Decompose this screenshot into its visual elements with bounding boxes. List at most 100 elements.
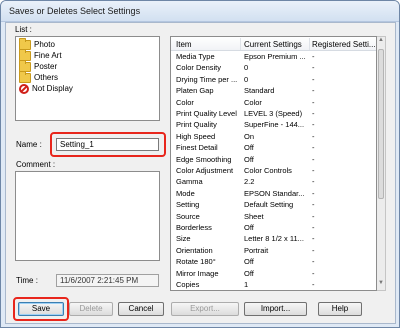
table-row[interactable]: Platen Gap Standard -	[171, 86, 376, 96]
name-label: Name :	[16, 140, 42, 149]
table-cell-item: Print Quality	[176, 120, 217, 130]
title-bar[interactable]: Saves or Deletes Select Settings	[1, 1, 399, 22]
table-row[interactable]: Orientation Portrait -	[171, 245, 376, 256]
table-cell-registered: -	[312, 131, 315, 141]
table-cell-item: Color Adjustment	[176, 166, 234, 175]
table-row[interactable]: High Speed On -	[171, 131, 376, 142]
comment-textarea[interactable]	[15, 171, 160, 261]
list-item-not-display[interactable]: Not Display	[19, 83, 73, 94]
table-cell-registered: -	[312, 120, 315, 130]
table-cell-item: Size	[176, 234, 191, 244]
table-cell-current: Default Setting	[244, 200, 294, 210]
table-row[interactable]: Print Quality SuperFine - 144... -	[171, 120, 376, 130]
table-cell-item: Color	[176, 97, 194, 107]
table-cell-item: Mode	[176, 188, 195, 198]
scroll-up-icon[interactable]: ▲	[377, 37, 385, 47]
table-row[interactable]: Size Letter 8 1/2 x 11... -	[171, 234, 376, 244]
table-cell-item: Orientation	[176, 245, 213, 255]
list-label: List :	[15, 25, 32, 34]
column-divider[interactable]	[309, 38, 310, 50]
table-cell-registered: -	[312, 154, 315, 164]
table-cell-registered: -	[312, 166, 315, 175]
table-cell-registered: -	[312, 257, 315, 267]
table-row[interactable]: Print Quality Level LEVEL 3 (Speed) -	[171, 109, 376, 119]
table-row[interactable]: Borderless Off -	[171, 223, 376, 233]
table-cell-item: Print Quality Level	[176, 109, 237, 118]
table-scrollbar[interactable]: ▲ ▼	[377, 36, 386, 291]
time-field: 11/6/2007 2:21:45 PM	[56, 274, 159, 287]
table-cell-registered: -	[312, 268, 315, 278]
list-item-label: Fine Art	[34, 51, 62, 60]
table-row[interactable]: Mirror Image Off -	[171, 268, 376, 279]
table-row[interactable]: Drying Time per ... 0 -	[171, 74, 376, 85]
folder-icon	[19, 70, 31, 83]
table-cell-current: Off	[244, 268, 254, 278]
table-row[interactable]: Finest Detail Off -	[171, 143, 376, 153]
list-item-others[interactable]: Others	[19, 70, 58, 83]
no-display-icon	[19, 83, 29, 94]
table-cell-current: Off	[244, 257, 254, 267]
import-button[interactable]: Import...	[244, 302, 307, 316]
table-cell-item: Media Type	[176, 52, 215, 61]
table-row[interactable]: Copies 1 -	[171, 280, 376, 290]
export-button[interactable]: Export...	[171, 302, 239, 316]
table-row[interactable]: Source Sheet -	[171, 211, 376, 222]
table-cell-current: 1	[244, 280, 249, 289]
table-cell-current: 0	[244, 63, 249, 73]
table-row[interactable]: Media Type Epson Premium ... -	[171, 52, 376, 62]
table-cell-registered: -	[312, 177, 315, 187]
table-cell-item: Setting	[176, 200, 200, 210]
list-item-label: Poster	[34, 62, 58, 71]
column-header-current-settings[interactable]: Current Settings	[244, 40, 308, 49]
table-cell-item: Source	[176, 211, 200, 221]
time-label: Time :	[16, 276, 38, 285]
table-cell-registered: -	[312, 109, 315, 118]
help-button[interactable]: Help	[318, 302, 362, 316]
table-row[interactable]: Color Density 0 -	[171, 63, 376, 73]
table-cell-registered: -	[312, 143, 315, 153]
table-cell-registered: -	[312, 188, 315, 198]
table-header: Item Current Settings Registered Setti..…	[171, 37, 376, 51]
table-row[interactable]: Mode EPSON Standar... -	[171, 188, 376, 199]
delete-button[interactable]: Delete	[69, 302, 113, 316]
table-cell-current: Off	[244, 143, 254, 153]
save-highlight-callout	[13, 297, 69, 321]
table-row[interactable]: Color Adjustment Color Controls -	[171, 166, 376, 176]
table-cell-item: Borderless	[176, 223, 212, 232]
table-cell-item: Copies	[176, 280, 200, 289]
table-cell-item: Drying Time per ...	[176, 74, 238, 84]
scroll-down-icon[interactable]: ▼	[377, 280, 385, 290]
table-row[interactable]: Edge Smoothing Off -	[171, 154, 376, 165]
table-cell-current: EPSON Standar...	[244, 188, 305, 198]
table-cell-item: High Speed	[176, 131, 216, 141]
table-cell-registered: -	[312, 234, 315, 244]
scrollbar-thumb[interactable]	[378, 49, 384, 199]
table-cell-current: Standard	[244, 86, 275, 96]
table-cell-current: Color	[244, 97, 262, 107]
table-cell-current: On	[244, 131, 255, 141]
table-cell-current: Off	[244, 154, 254, 164]
table-cell-registered: -	[312, 200, 315, 210]
table-cell-registered: -	[312, 86, 315, 96]
cancel-button[interactable]: Cancel	[118, 302, 164, 316]
table-cell-current: Off	[244, 223, 254, 232]
column-header-registered-settings[interactable]: Registered Setti...	[312, 40, 376, 49]
table-cell-current: Portrait	[244, 245, 269, 255]
table-cell-current: Sheet	[244, 211, 264, 221]
table-cell-registered: -	[312, 223, 315, 232]
table-row[interactable]: Rotate 180° Off -	[171, 257, 376, 267]
table-row[interactable]: Gamma 2.2 -	[171, 177, 376, 187]
table-row[interactable]: Setting Default Setting -	[171, 200, 376, 210]
settings-list[interactable]: Photo Fine Art Poster Others Not Display	[15, 36, 160, 121]
column-header-item[interactable]: Item	[176, 40, 236, 49]
table-cell-item: Gamma	[176, 177, 203, 187]
comment-label: Comment :	[16, 160, 56, 169]
table-cell-registered: -	[312, 97, 315, 107]
table-cell-current: Letter 8 1/2 x 11...	[244, 234, 304, 244]
table-cell-registered: -	[312, 63, 315, 73]
table-cell-item: Color Density	[176, 63, 222, 73]
table-cell-item: Edge Smoothing	[176, 154, 232, 164]
table-row[interactable]: Color Color -	[171, 97, 376, 108]
column-divider[interactable]	[240, 38, 241, 50]
settings-table[interactable]: Item Current Settings Registered Setti..…	[170, 36, 377, 291]
